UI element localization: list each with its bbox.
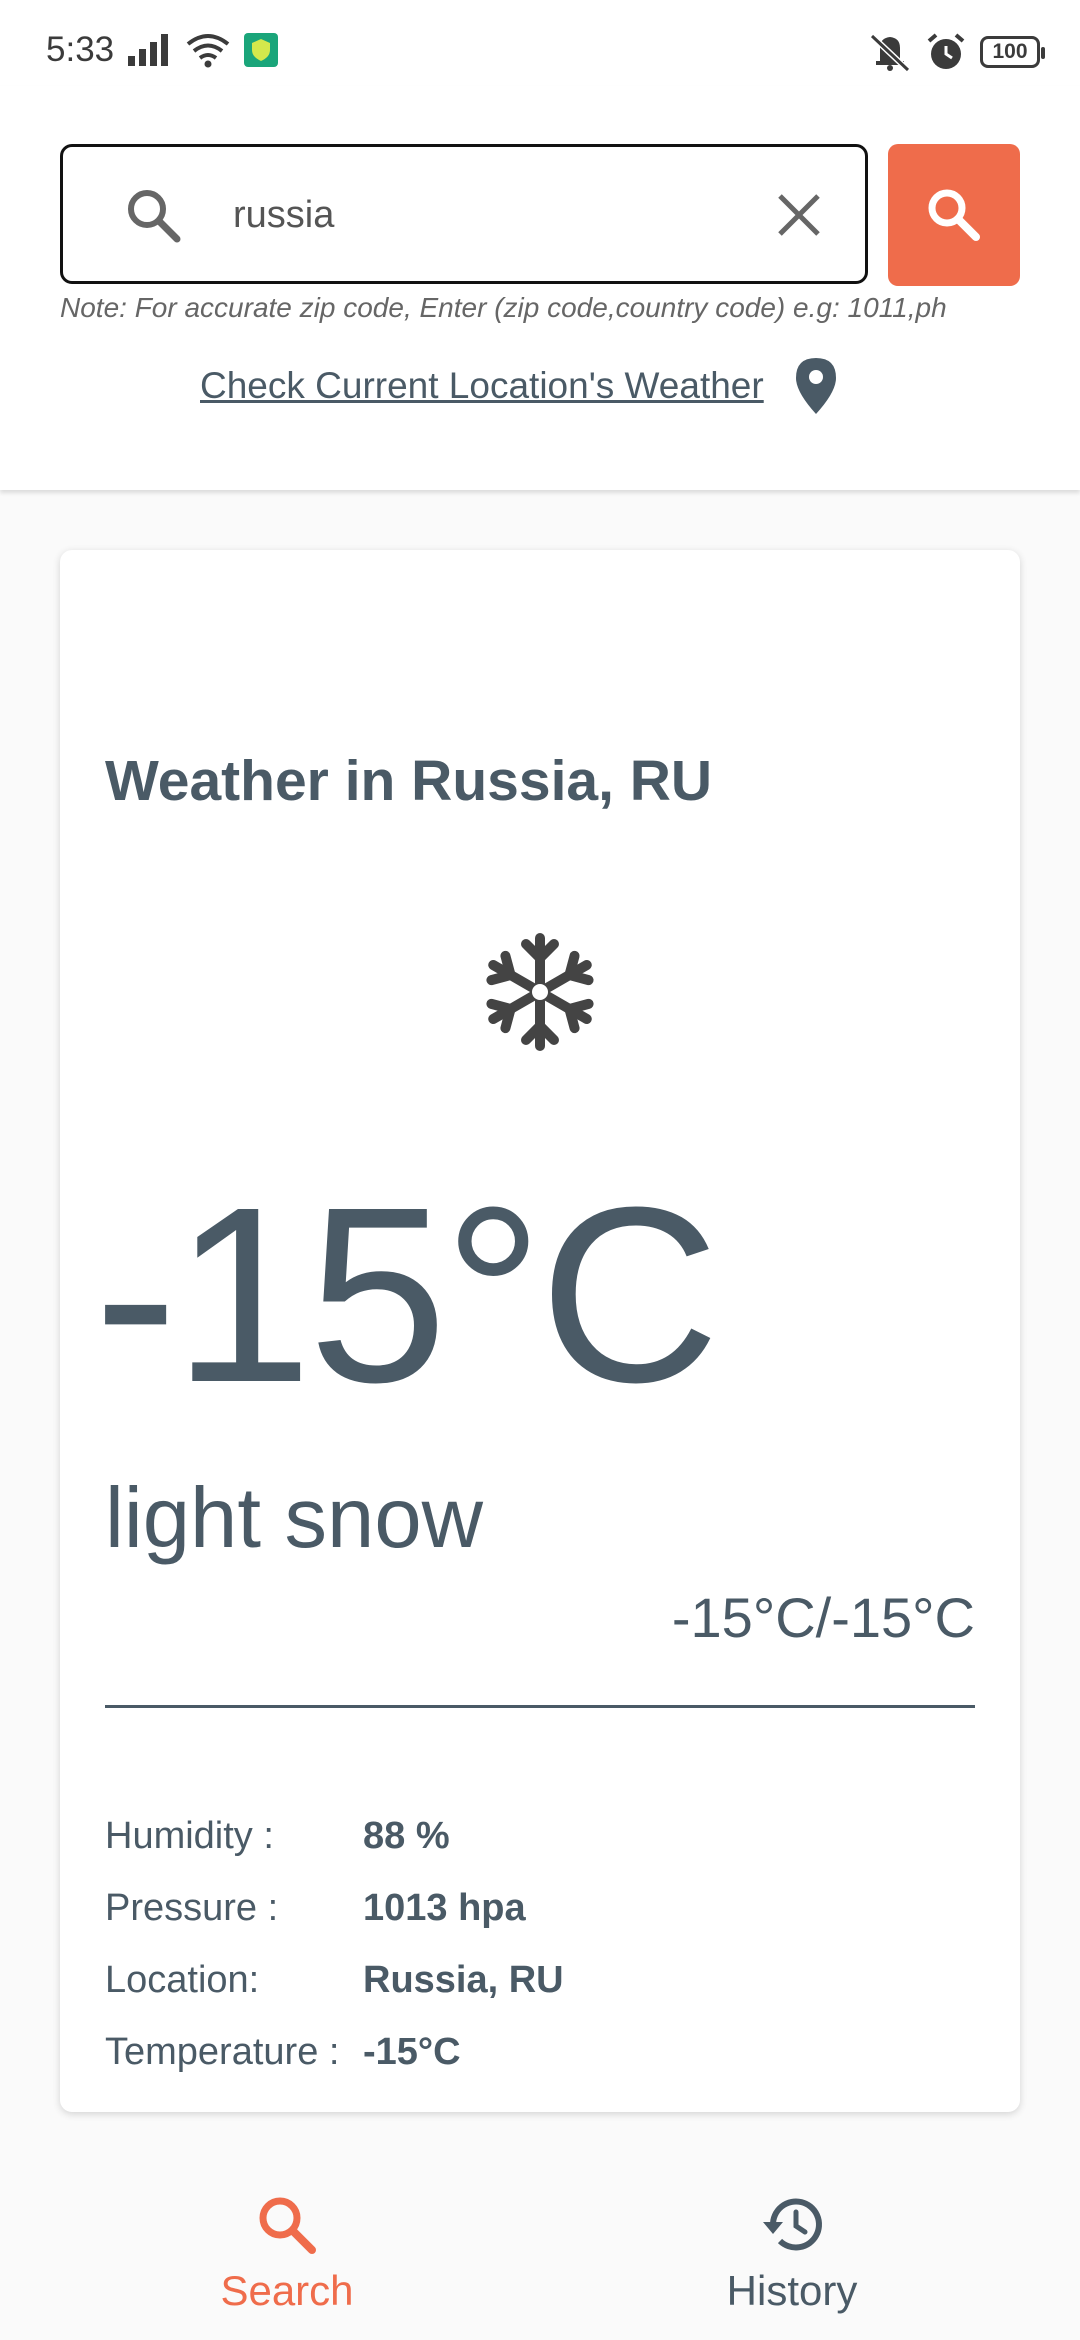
battery-icon: 100 <box>980 36 1045 68</box>
detail-label: Pressure : <box>105 1886 279 1929</box>
status-bar: 5:33 100 <box>0 0 1080 100</box>
current-location-link[interactable]: Check Current Location's Weather <box>200 365 764 407</box>
detail-row-pressure: Pressure : 1013 hpa <box>105 1872 564 1944</box>
divider <box>105 1705 975 1708</box>
wifi-icon <box>186 34 230 68</box>
nav-search-label: Search <box>220 2267 354 2314</box>
location-pin-icon[interactable] <box>794 356 838 416</box>
history-icon <box>763 2198 822 2251</box>
detail-label: Humidity : <box>105 1814 274 1857</box>
search-icon <box>259 2197 316 2254</box>
weather-details: Humidity : 88 % Pressure : 1013 hpa Loca… <box>105 1800 564 2088</box>
detail-row-location: Location: Russia, RU <box>105 1944 564 2016</box>
weather-title: Weather in Russia, RU <box>105 749 713 813</box>
current-temperature: -15°C <box>94 1155 720 1434</box>
signal-icon <box>128 34 168 66</box>
search-icon <box>128 190 181 243</box>
search-input[interactable] <box>231 177 755 253</box>
detail-row-temperature: Temperature : -15°C <box>105 2016 564 2088</box>
nav-history-tab[interactable]: History <box>642 2194 942 2315</box>
search-icon <box>928 189 980 241</box>
shield-app-icon <box>244 33 278 67</box>
detail-value: Russia, RU <box>363 1958 564 2001</box>
snowflake-icon <box>486 933 594 1051</box>
nav-history-label: History <box>726 2267 858 2314</box>
mute-icon <box>869 33 911 72</box>
status-time: 5:33 <box>46 30 115 69</box>
detail-value: 1013 hpa <box>363 1886 526 1929</box>
weather-description: light snow <box>105 1471 483 1566</box>
battery-level: 100 <box>992 40 1028 63</box>
detail-value: -15°C <box>363 2030 461 2073</box>
zip-code-note: Note: For accurate zip code, Enter (zip … <box>60 292 947 323</box>
detail-row-humidity: Humidity : 88 % <box>105 1800 564 1872</box>
detail-label: Temperature : <box>105 2030 340 2073</box>
search-panel: Note: For accurate zip code, Enter (zip … <box>0 86 1080 490</box>
weather-card: Weather in Russia, RU -15°C light snow -… <box>60 550 1020 2112</box>
detail-value: 88 % <box>363 1814 450 1857</box>
temperature-range: -15°C/-15°C <box>671 1586 975 1649</box>
search-button[interactable] <box>888 144 1020 286</box>
search-box[interactable] <box>60 144 868 284</box>
detail-label: Location: <box>105 1958 260 2001</box>
clear-button[interactable] <box>763 179 835 251</box>
close-icon <box>778 194 820 236</box>
bottom-nav: Search History <box>0 2140 1080 2340</box>
nav-search-tab[interactable]: Search <box>137 2194 437 2315</box>
alarm-icon <box>927 33 965 69</box>
